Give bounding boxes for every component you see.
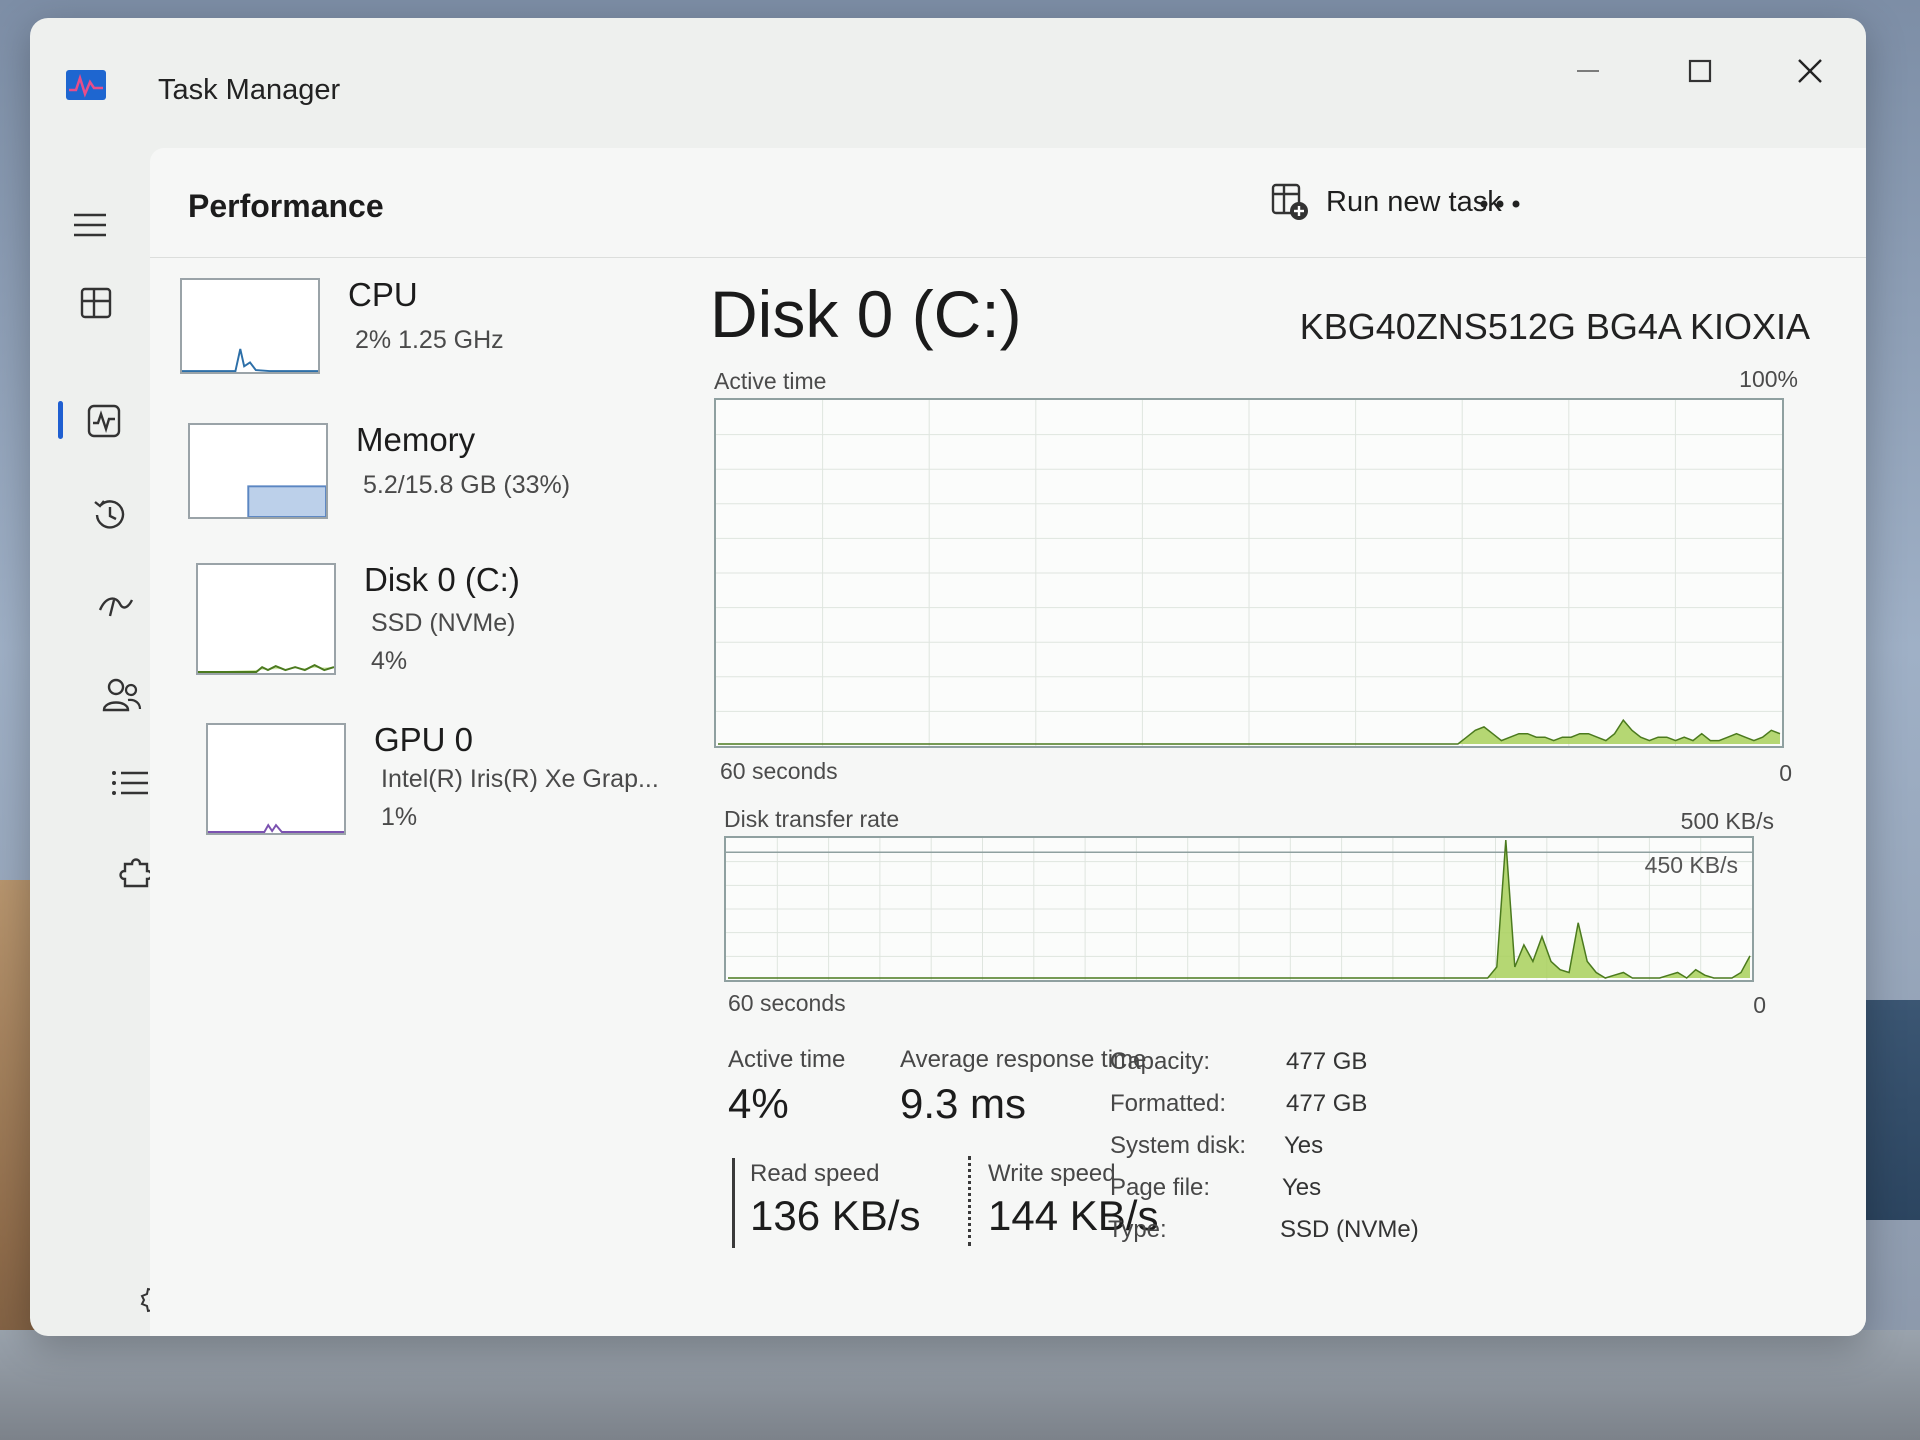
active-time-graph-max: 100% (1739, 366, 1798, 392)
maximize-icon (1688, 59, 1712, 83)
device-name: CPU (348, 276, 418, 313)
system-disk-value: Yes (1284, 1132, 1324, 1159)
hamburger-menu-button[interactable] (60, 198, 120, 252)
memory-thumbnail-graph (188, 423, 328, 519)
nav-processes[interactable] (66, 276, 126, 330)
device-name: Memory (356, 421, 476, 458)
history-icon (94, 500, 125, 529)
app-title: Task Manager (158, 74, 341, 106)
transfer-rate-graph-zero: 0 (1753, 992, 1766, 1018)
page-header: Performance Run new task (150, 148, 1866, 258)
transfer-rate-graph-duration: 60 seconds (728, 990, 846, 1016)
device-item-memory[interactable]: Memory 5.2/15.8 GB (33%) (188, 421, 688, 553)
maximize-button[interactable] (1670, 46, 1730, 96)
device-name: GPU 0 (374, 721, 474, 758)
disk-thumbnail-graph (196, 563, 336, 675)
device-detail: Intel(R) Iris(R) Xe Grap... (381, 765, 659, 793)
task-manager-window: Task Manager Performance Run new task CP… (30, 18, 1866, 1336)
performance-icon (87, 404, 121, 438)
active-time-label: Active time (728, 1046, 846, 1073)
performance-panel: Performance Run new task CPU 2% 1.25 GHz (150, 148, 1866, 1336)
device-detail: SSD (NVMe) (371, 609, 516, 637)
transfer-rate-graph-reference: 450 KB/s (1644, 852, 1738, 878)
run-new-task-button[interactable]: Run new task (1270, 174, 1502, 230)
nav-app-history[interactable] (80, 488, 140, 542)
page-title: Performance (188, 188, 384, 224)
gpu-thumbnail-graph (206, 723, 346, 835)
transfer-rate-graph-label: Disk transfer rate (724, 806, 900, 832)
read-speed-value: 136 KB/s (750, 1192, 921, 1239)
close-icon (1798, 59, 1822, 83)
background-floor (0, 1330, 1920, 1440)
disk-title: Disk 0 (C:) (710, 277, 1022, 351)
minimize-button[interactable] (1558, 46, 1618, 96)
device-item-disk-0[interactable]: Disk 0 (C:) SSD (NVMe) 4% (196, 561, 696, 693)
close-button[interactable] (1780, 46, 1840, 96)
capacity-label: Capacity: (1110, 1048, 1211, 1075)
hamburger-icon (74, 213, 106, 237)
formatted-value: 477 GB (1286, 1090, 1368, 1117)
cpu-thumbnail-graph (180, 278, 320, 374)
nav-startup-apps[interactable] (86, 578, 146, 632)
navigation-sidebar (30, 158, 172, 1336)
type-value: SSD (NVMe) (1280, 1216, 1419, 1243)
page-file-label: Page file: (1110, 1174, 1211, 1201)
title-bar[interactable]: Task Manager (30, 18, 1866, 158)
capacity-value: 477 GB (1286, 1048, 1368, 1075)
active-time-graph-label: Active time (714, 368, 827, 394)
processes-icon (80, 287, 112, 319)
read-speed-label: Read speed (750, 1160, 880, 1187)
nav-users[interactable] (92, 668, 152, 722)
device-usage: 4% (371, 647, 408, 675)
system-disk-label: System disk: (1110, 1132, 1247, 1159)
type-label: Type: (1108, 1216, 1167, 1243)
nav-performance[interactable] (74, 394, 134, 448)
run-new-task-icon (1271, 183, 1308, 220)
device-detail: 5.2/15.8 GB (33%) (363, 471, 571, 499)
formatted-label: Formatted: (1110, 1090, 1227, 1117)
write-speed-label: Write speed (988, 1160, 1116, 1187)
more-options-button[interactable] (1470, 184, 1530, 224)
disk-model: KBG40ZNS512G BG4A KIOXIA (1299, 306, 1810, 347)
device-item-cpu[interactable]: CPU 2% 1.25 GHz (180, 276, 680, 408)
device-detail: 2% 1.25 GHz (355, 326, 504, 354)
active-nav-indicator (58, 401, 63, 439)
transfer-rate-graph-max: 500 KB/s (1680, 808, 1774, 834)
active-time-graph-zero: 0 (1779, 760, 1792, 786)
read-speed-legend-line (732, 1158, 735, 1248)
active-time-graph-duration: 60 seconds (720, 758, 838, 784)
more-options-icon (1480, 200, 1520, 208)
transfer-rate-graph (724, 836, 1754, 982)
active-time-value: 4% (728, 1080, 789, 1127)
average-response-time-value: 9.3 ms (900, 1080, 1027, 1127)
startup-icon (98, 597, 134, 617)
details-list-icon (112, 771, 148, 795)
minimize-icon (1577, 70, 1599, 72)
users-icon (102, 678, 142, 712)
device-usage: 1% (381, 803, 418, 831)
device-item-gpu-0[interactable]: GPU 0 Intel(R) Iris(R) Xe Grap... 1% (206, 721, 706, 853)
page-file-value: Yes (1282, 1174, 1322, 1201)
write-speed-legend-line (968, 1156, 971, 1246)
active-time-graph (714, 398, 1784, 748)
task-manager-logo-icon (66, 70, 106, 100)
device-name: Disk 0 (C:) (364, 561, 520, 598)
